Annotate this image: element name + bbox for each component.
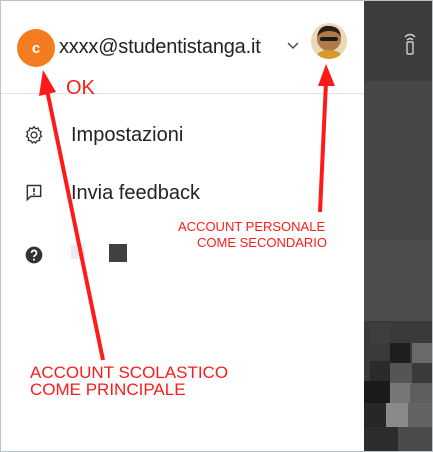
remote-icon [402, 31, 418, 60]
menu-item-label: Invia feedback [71, 181, 200, 204]
annotation-personal-line1: ACCOUNT PERSONALE [178, 219, 326, 234]
school-account-avatar[interactable]: c [17, 29, 55, 67]
feedback-icon [23, 182, 45, 204]
personal-account-avatar[interactable] [311, 23, 347, 59]
background-content [364, 1, 432, 451]
chevron-down-icon[interactable] [287, 38, 299, 54]
redacted-block [71, 245, 85, 259]
menu-item-feedback[interactable]: Invia feedback [1, 173, 364, 213]
menu-item-label: Impostazioni [71, 123, 184, 146]
help-icon [23, 244, 45, 266]
account-email[interactable]: xxxx@studentistanga.it [59, 36, 261, 59]
annotation-school-line2: COME PRINCIPALE [30, 380, 186, 399]
account-header: c xxxx@studentistanga.it [1, 1, 364, 94]
menu-item-settings[interactable]: Impostazioni [1, 115, 364, 155]
annotation-school-line1: ACCOUNT SCOLASTICO [30, 363, 229, 382]
gear-icon [23, 124, 45, 146]
redacted-block [109, 244, 127, 262]
annotation-personal-line2: COME SECONDARIO [197, 235, 328, 250]
annotation-ok: OK [66, 77, 95, 99]
